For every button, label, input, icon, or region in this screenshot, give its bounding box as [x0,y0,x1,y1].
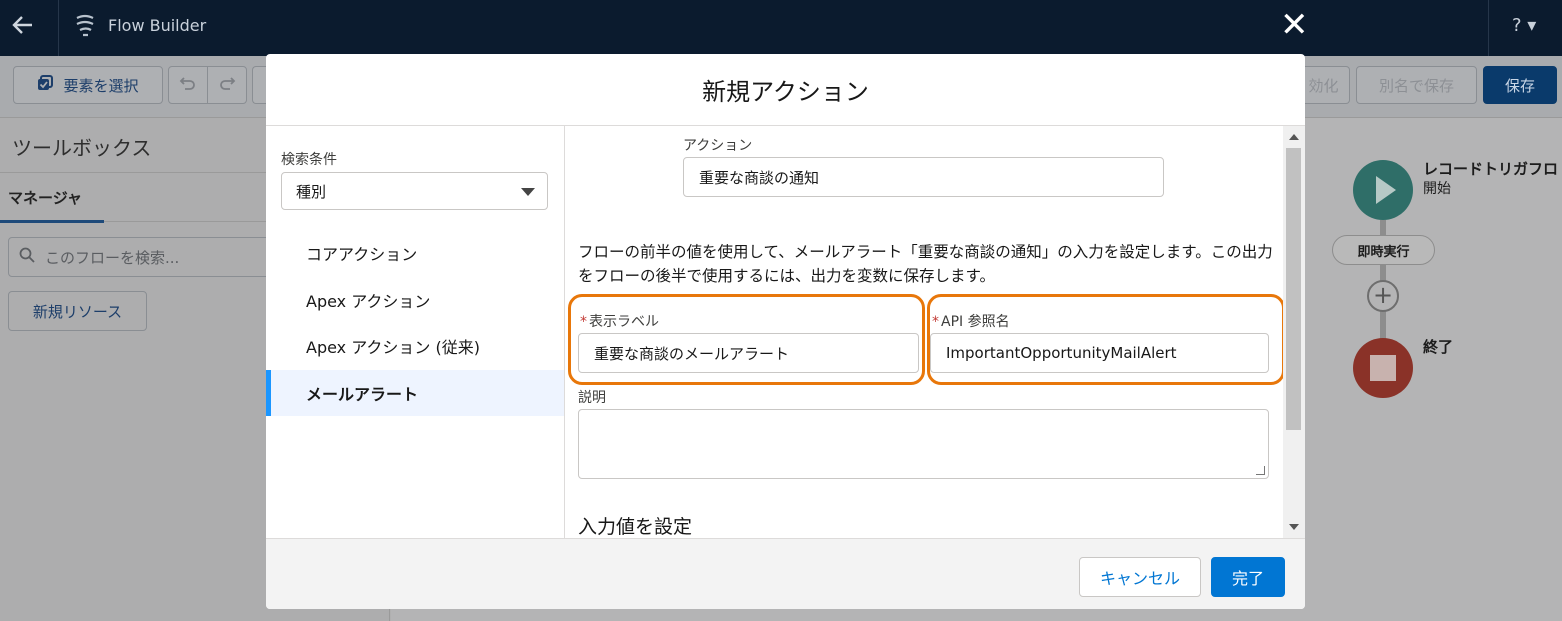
modal-title: 新規アクション [266,54,1305,126]
new-resource-button[interactable]: 新規リソース [8,291,147,331]
action-field-label: アクション [683,138,753,154]
redo-button[interactable] [207,66,247,104]
required-marker: * [580,314,587,330]
undo-button[interactable] [168,66,208,104]
end-node-title: 終了 [1423,338,1454,356]
save-as-label: 別名で保存 [1378,76,1454,95]
category-label: メールアラート [306,385,419,404]
start-node[interactable] [1353,160,1413,220]
api-name-value: ImportantOpportunityMailAlert [946,344,1177,362]
cancel-button[interactable]: キャンセル [1079,557,1201,597]
activate-button[interactable]: 効化 [1298,66,1350,104]
chevron-down-icon [521,188,535,196]
select-elements-icon [37,75,54,95]
action-field[interactable]: 重要な商談の通知 [683,157,1164,197]
description-field-label: 説明 [578,390,606,406]
help-menu[interactable]: ? ▾ [1512,15,1536,36]
category-email-alert[interactable]: メールアラート [266,370,564,416]
filter-select-value: 種別 [296,182,327,201]
back-arrow-icon[interactable] [10,10,38,42]
app-title: Flow Builder [108,16,207,35]
select-elements-label: 要素を選択 [63,76,139,95]
action-field-value: 重要な商談の通知 [699,168,820,187]
close-icon[interactable]: ✕ [1280,8,1309,42]
scroll-down-icon[interactable] [1289,524,1299,530]
category-label: コアアクション [306,245,418,264]
select-elements-button[interactable]: 要素を選択 [13,66,163,104]
header-divider [58,0,59,56]
save-label: 保存 [1504,76,1535,95]
category-core-actions[interactable]: コアアクション [266,230,564,276]
action-detail-panel: アクション 重要な商談の通知 フローの前半の値を使用して、メールアラート「重要な… [566,126,1305,538]
detail-scrollbar[interactable] [1283,126,1305,538]
action-category-panel: 検索条件 種別 コアアクション Apex アクション Apex アクション (従… [266,126,565,538]
flow-builder-icon [74,13,96,39]
filter-label: 検索条件 [281,152,337,168]
undo-icon [179,74,197,96]
save-button[interactable]: 保存 [1483,66,1557,104]
scroll-thumb[interactable] [1286,148,1301,430]
app-header: Flow Builder ? ▾ [0,0,1562,56]
tab-manager[interactable]: マネージャ [8,187,82,208]
modal-footer: キャンセル 完了 [266,538,1305,609]
search-icon [19,247,35,267]
category-label: Apex アクション (従来) [306,338,480,357]
section-input-heading: 入力値を設定 [578,516,693,538]
add-element-icon[interactable]: + [1367,280,1399,312]
save-as-button[interactable]: 別名で保存 [1356,66,1477,104]
search-placeholder: このフローを検索... [45,248,180,267]
done-button[interactable]: 完了 [1211,557,1285,597]
display-label-field-label: * 表示ラベル [580,311,659,331]
header-divider-right [1488,0,1489,56]
stop-icon [1370,355,1396,381]
display-label-value: 重要な商談のメールアラート [594,344,790,363]
resize-handle-icon[interactable] [1256,466,1265,475]
api-name-input[interactable]: ImportantOpportunityMailAlert [930,333,1269,373]
active-tab-indicator [0,220,104,223]
immediate-path-label: 即時実行 [1332,235,1435,265]
toolbox-title: ツールボックス [12,136,152,160]
new-action-modal: 新規アクション 検索条件 種別 コアアクション Apex アクション Apex … [266,54,1305,609]
start-node-title: レコードトリガフロ [1423,160,1559,178]
play-icon [1376,176,1396,204]
redo-icon [218,74,236,96]
category-apex-legacy[interactable]: Apex アクション (従来) [266,323,564,369]
scroll-up-icon[interactable] [1289,134,1299,140]
api-name-field-label: * API 参照名 [932,311,1010,331]
display-label-label-text: 表示ラベル [589,314,659,330]
start-node-subtitle: 開始 [1423,181,1451,197]
required-marker: * [932,314,939,330]
display-label-input[interactable]: 重要な商談のメールアラート [578,333,919,373]
description-textarea[interactable] [578,409,1269,479]
category-apex-actions[interactable]: Apex アクション [266,277,564,323]
action-description-text: フローの前半の値を使用して、メールアラート「重要な商談の通知」の入力を設定します… [578,243,1273,285]
activate-label: 効化 [1308,76,1339,95]
filter-select[interactable]: 種別 [281,172,548,210]
end-node[interactable] [1353,338,1413,398]
api-name-label-text: API 参照名 [941,314,1010,330]
category-label: Apex アクション [306,292,431,311]
